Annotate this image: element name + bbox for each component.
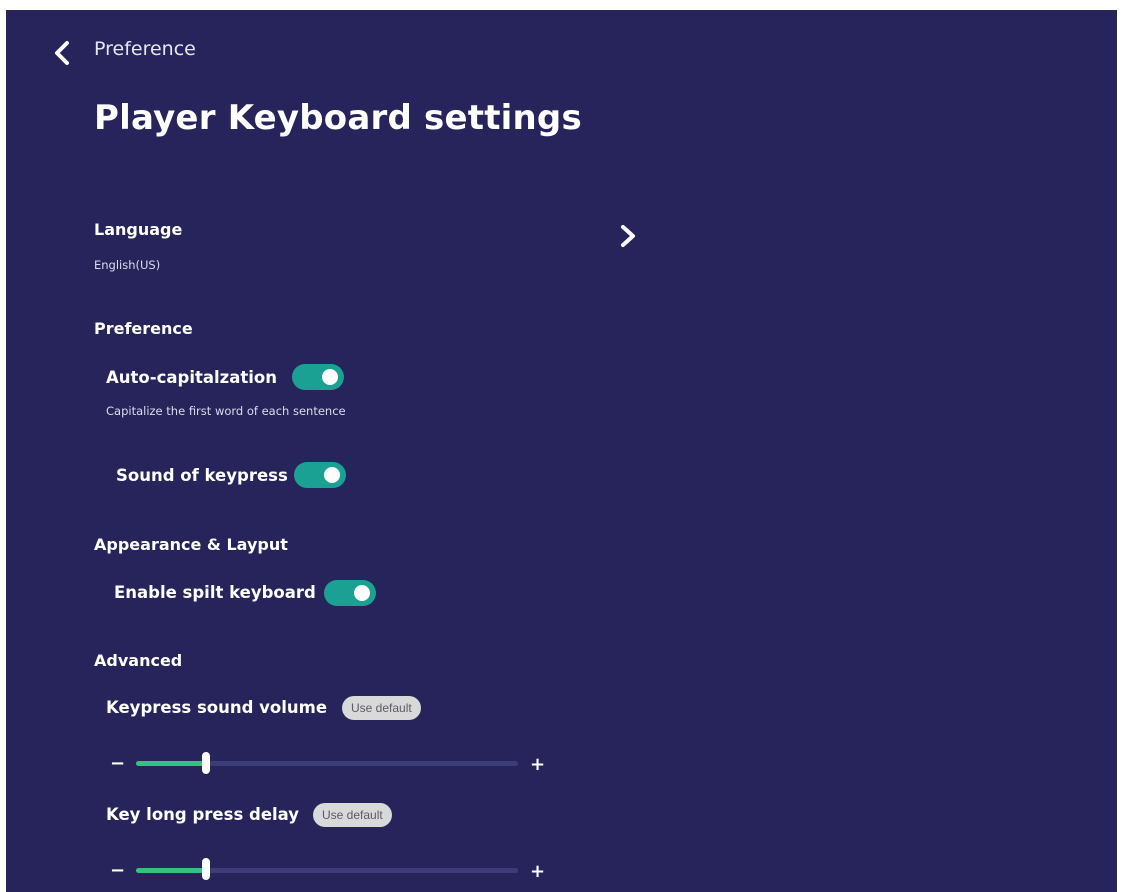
long-press-slider-track[interactable] (136, 868, 518, 873)
auto-cap-toggle[interactable] (292, 364, 344, 390)
volume-slider-thumb[interactable] (202, 752, 210, 774)
volume-use-default-button[interactable]: Use default (342, 696, 421, 720)
advanced-heading: Advanced (94, 651, 183, 670)
back-button[interactable] (48, 38, 78, 68)
long-press-decrease-button[interactable]: − (110, 860, 125, 881)
long-press-increase-button[interactable]: + (530, 861, 545, 882)
volume-label: Keypress sound volume (106, 698, 328, 717)
toggle-knob (354, 585, 370, 601)
split-keyboard-label: Enable spilt keyboard (114, 583, 316, 602)
breadcrumb: Preference (94, 38, 196, 60)
volume-increase-button[interactable]: + (530, 754, 545, 775)
keypress-sound-label: Sound of keypress (116, 466, 288, 485)
volume-slider-track[interactable] (136, 761, 518, 766)
chevron-left-icon (55, 41, 69, 65)
auto-cap-label: Auto-capitalzation (106, 368, 278, 387)
long-press-use-default-button[interactable]: Use default (313, 803, 392, 827)
volume-decrease-button[interactable]: − (110, 753, 125, 774)
volume-slider-fill (136, 761, 205, 766)
chevron-right-icon (621, 225, 635, 247)
toggle-knob (324, 467, 340, 483)
preference-heading: Preference (94, 319, 193, 338)
language-open-button[interactable] (616, 222, 640, 250)
long-press-slider-fill (136, 868, 205, 873)
split-keyboard-toggle[interactable] (324, 580, 376, 606)
settings-screen: Preference Player Keyboard settings Lang… (6, 10, 1117, 892)
long-press-label: Key long press delay (106, 805, 300, 824)
auto-cap-description: Capitalize the first word of each senten… (106, 404, 346, 418)
language-value: English(US) (94, 258, 161, 272)
keypress-sound-toggle[interactable] (294, 462, 346, 488)
appearance-heading: Appearance & Layput (94, 535, 288, 554)
toggle-knob (322, 369, 338, 385)
language-label: Language (94, 220, 183, 239)
long-press-slider-thumb[interactable] (202, 858, 210, 880)
page-title: Player Keyboard settings (94, 98, 582, 138)
